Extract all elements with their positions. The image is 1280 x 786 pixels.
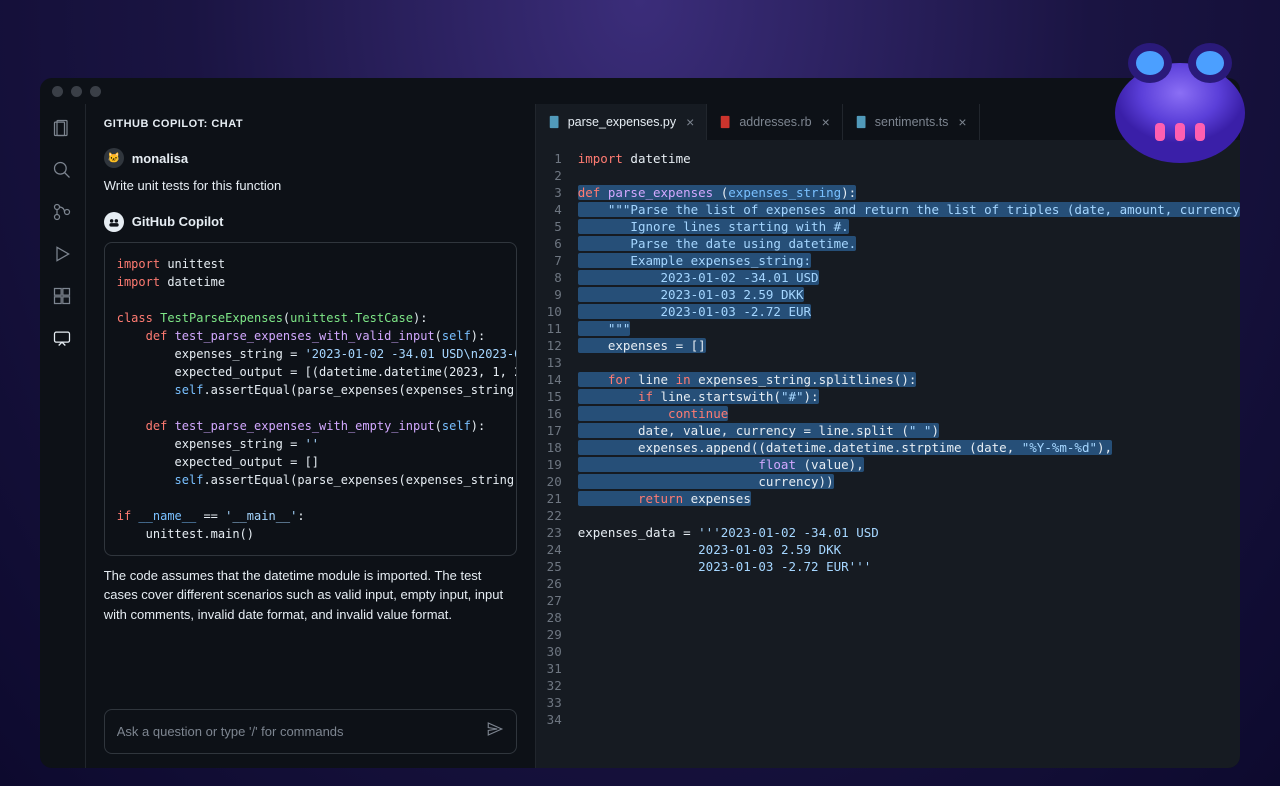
editor-window: GITHUB COPILOT: CHAT 🐱 monalisa Write un… <box>40 78 1240 768</box>
close-icon[interactable]: × <box>958 114 966 130</box>
copilot-avatar <box>104 212 124 232</box>
code-area[interactable]: import datetime def parse_expenses (expe… <box>578 150 1240 768</box>
copilot-chat-icon[interactable] <box>50 326 74 350</box>
window-zoom-button[interactable] <box>90 86 101 97</box>
window-minimize-button[interactable] <box>71 86 82 97</box>
file-icon <box>719 115 733 129</box>
search-icon[interactable] <box>50 158 74 182</box>
copilot-mascot <box>1100 28 1260 168</box>
window-titlebar <box>40 78 1240 104</box>
editor-content[interactable]: 1234567891011121314151617181920212223242… <box>536 140 1240 768</box>
user-name: monalisa <box>132 151 188 166</box>
run-debug-icon[interactable] <box>50 242 74 266</box>
user-avatar: 🐱 <box>104 148 124 168</box>
tab-addresses-rb[interactable]: addresses.rb × <box>707 104 842 140</box>
close-icon[interactable]: × <box>822 114 830 130</box>
tab-sentiments-ts[interactable]: sentiments.ts × <box>843 104 980 140</box>
tab-label: addresses.rb <box>739 115 811 129</box>
user-message: 🐱 monalisa Write unit tests for this fun… <box>104 148 517 196</box>
explorer-icon[interactable] <box>50 116 74 140</box>
editor-panel: parse_expenses.py×addresses.rb×sentiment… <box>535 104 1240 768</box>
chat-panel-title: GITHUB COPILOT: CHAT <box>104 118 517 130</box>
tab-label: parse_expenses.py <box>568 115 676 129</box>
source-control-icon[interactable] <box>50 200 74 224</box>
close-icon[interactable]: × <box>686 114 694 130</box>
window-close-button[interactable] <box>52 86 63 97</box>
chat-input[interactable] <box>117 724 486 739</box>
file-icon <box>548 115 562 129</box>
tab-parse_expenses-py[interactable]: parse_expenses.py × <box>536 104 708 140</box>
assistant-code-block: import unittestimport datetime class Tes… <box>104 242 517 556</box>
assistant-name: GitHub Copilot <box>132 214 224 229</box>
extensions-icon[interactable] <box>50 284 74 308</box>
assistant-message: GitHub Copilot import unittestimport dat… <box>104 212 517 625</box>
file-icon <box>855 115 869 129</box>
chat-panel: GITHUB COPILOT: CHAT 🐱 monalisa Write un… <box>85 104 535 768</box>
chat-input-container <box>104 709 517 754</box>
user-prompt: Write unit tests for this function <box>104 176 517 196</box>
line-gutter: 1234567891011121314151617181920212223242… <box>536 150 578 768</box>
tab-label: sentiments.ts <box>875 115 949 129</box>
send-icon[interactable] <box>486 720 504 743</box>
activity-bar <box>40 104 85 768</box>
assistant-explanation: The code assumes that the datetime modul… <box>104 566 517 625</box>
